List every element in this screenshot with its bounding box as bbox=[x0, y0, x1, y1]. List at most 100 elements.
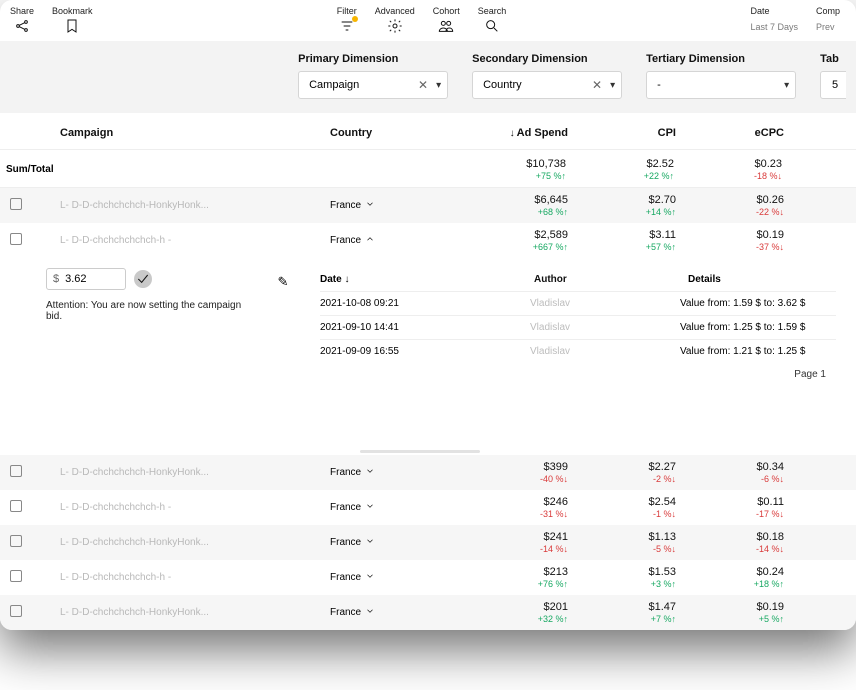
compare-value: Prev bbox=[816, 22, 835, 32]
date-picker[interactable]: Date Last 7 Days bbox=[750, 6, 798, 32]
tertiary-dim-label: Tertiary Dimension bbox=[646, 53, 796, 65]
audit-col-details[interactable]: Details bbox=[688, 274, 836, 285]
chevron-down-icon bbox=[365, 501, 375, 514]
horizontal-scrollbar[interactable] bbox=[360, 450, 480, 454]
adspend-delta: +68 %↑ bbox=[538, 207, 568, 217]
table-row[interactable]: L- D-D-chchchchchch-h - France $2,589+66… bbox=[0, 223, 856, 258]
col-country[interactable]: Country bbox=[330, 127, 460, 139]
compare-label: Comp bbox=[816, 6, 840, 16]
ecpc-value: $0.26 bbox=[756, 194, 784, 206]
audit-details: Value from: 1.25 $ to: 1.59 $ bbox=[680, 322, 836, 333]
ecpc-value: $0.11 bbox=[757, 496, 784, 508]
country-cell[interactable]: France bbox=[330, 571, 460, 584]
row-checkbox[interactable] bbox=[10, 465, 22, 477]
row-checkbox[interactable] bbox=[10, 500, 22, 512]
country-cell[interactable]: France bbox=[330, 501, 460, 514]
country-cell[interactable]: France bbox=[330, 536, 460, 549]
col-cpi[interactable]: CPI bbox=[568, 127, 676, 139]
filter-button[interactable]: Filter bbox=[337, 6, 357, 34]
primary-dim-select[interactable]: Campaign ✕ ▾ bbox=[298, 71, 448, 99]
compare-picker[interactable]: Comp Prev bbox=[816, 6, 846, 32]
tertiary-dim-select[interactable]: - ▾ bbox=[646, 71, 796, 99]
ecpc-delta: -22 %↓ bbox=[756, 207, 784, 217]
table-row[interactable]: L- D-D-chchchchch-HonkyHonk... France $3… bbox=[0, 455, 856, 490]
col-adspend[interactable]: ↓Ad Spend bbox=[460, 127, 568, 139]
cohort-button[interactable]: Cohort bbox=[433, 6, 460, 34]
table-row[interactable]: L- D-D-chchchchchch-h - France $246-31 %… bbox=[0, 490, 856, 525]
adspend-value: $213 bbox=[544, 566, 568, 578]
chevron-down-icon bbox=[365, 606, 375, 619]
audit-date: 2021-09-09 16:55 bbox=[320, 346, 530, 357]
audit-col-date[interactable]: Date ↓ bbox=[320, 274, 530, 285]
advanced-label: Advanced bbox=[375, 6, 415, 16]
clear-primary-icon[interactable]: ✕ bbox=[418, 78, 428, 92]
country-cell[interactable]: France bbox=[330, 199, 460, 212]
table-row[interactable]: L- D-D-chchchchch-HonkyHonk... France $2… bbox=[0, 525, 856, 560]
cpi-value: $3.11 bbox=[649, 229, 676, 241]
bid-value-field[interactable] bbox=[65, 273, 105, 285]
secondary-dim-label: Secondary Dimension bbox=[472, 53, 622, 65]
advanced-button[interactable]: Advanced bbox=[375, 6, 415, 34]
dimension-bar: Primary Dimension Campaign ✕ ▾ Secondary… bbox=[0, 41, 856, 113]
row-checkbox[interactable] bbox=[10, 198, 22, 210]
share-button[interactable]: Share bbox=[10, 6, 34, 34]
ecpc-value: $0.24 bbox=[756, 566, 784, 578]
secondary-dim-select[interactable]: Country ✕ ▾ bbox=[472, 71, 622, 99]
column-header-row: Campaign Country ↓Ad Spend CPI eCPC bbox=[0, 113, 856, 150]
tab-select[interactable]: 5 bbox=[820, 71, 846, 99]
sum-label: Sum/Total bbox=[6, 164, 458, 175]
cpi-delta: -5 %↓ bbox=[653, 544, 676, 554]
row-checkbox[interactable] bbox=[10, 233, 22, 245]
toolbar: Share Bookmark Filter bbox=[0, 0, 856, 41]
adspend-delta: -40 %↓ bbox=[540, 474, 568, 484]
campaign-name: L- D-D-chchchchchch-h - bbox=[60, 235, 330, 246]
audit-col-author[interactable]: Author bbox=[534, 274, 684, 285]
adspend-delta: +667 %↑ bbox=[533, 242, 568, 252]
chevron-down-icon bbox=[365, 536, 375, 549]
tab-label: Tab bbox=[820, 53, 846, 65]
row-checkbox[interactable] bbox=[10, 535, 22, 547]
search-label: Search bbox=[478, 6, 507, 16]
campaign-name: L- D-D-chchchchchch-h - bbox=[60, 572, 330, 583]
row-checkbox[interactable] bbox=[10, 570, 22, 582]
audit-author: Vladislav bbox=[530, 322, 680, 333]
cpi-delta: +57 %↑ bbox=[646, 242, 676, 252]
currency-symbol: $ bbox=[53, 273, 59, 285]
table-row[interactable]: L- D-D-chchchchchch-h - France $213+76 %… bbox=[0, 560, 856, 595]
cpi-value: $2.54 bbox=[648, 496, 676, 508]
cpi-value: $1.53 bbox=[648, 566, 676, 578]
country-cell[interactable]: France bbox=[330, 234, 460, 247]
audit-date: 2021-10-08 09:21 bbox=[320, 298, 530, 309]
confirm-bid-button[interactable] bbox=[134, 270, 152, 288]
ecpc-value: $0.19 bbox=[756, 601, 784, 613]
cohort-label: Cohort bbox=[433, 6, 460, 16]
bookmark-button[interactable]: Bookmark bbox=[52, 6, 93, 34]
gear-icon bbox=[387, 18, 403, 34]
adspend-delta: -14 %↓ bbox=[540, 544, 568, 554]
search-button[interactable]: Search bbox=[478, 6, 507, 34]
edit-icon[interactable]: ✎ bbox=[278, 274, 289, 290]
table-row[interactable]: L- D-D-chchchchch-HonkyHonk... France $2… bbox=[0, 595, 856, 630]
ecpc-value: $0.34 bbox=[756, 461, 784, 473]
bid-input[interactable]: $ bbox=[46, 268, 126, 290]
col-campaign[interactable]: Campaign bbox=[60, 127, 330, 139]
ecpc-delta: +5 %↑ bbox=[759, 614, 784, 624]
clear-secondary-icon[interactable]: ✕ bbox=[592, 78, 602, 92]
cpi-delta: +14 %↑ bbox=[646, 207, 676, 217]
country-cell[interactable]: France bbox=[330, 466, 460, 479]
people-icon bbox=[438, 18, 454, 34]
audit-pager[interactable]: Page 1 bbox=[320, 363, 836, 380]
row-checkbox[interactable] bbox=[10, 605, 22, 617]
col-ecpc[interactable]: eCPC bbox=[676, 127, 784, 139]
adspend-value: $246 bbox=[544, 496, 568, 508]
adspend-delta: -31 %↓ bbox=[540, 509, 568, 519]
campaign-name: L- D-D-chchchchchch-h - bbox=[60, 502, 330, 513]
filter-badge-icon bbox=[352, 16, 358, 22]
sum-row: Sum/Total $10,738+75 %↑ $2.52+22 %↑ $0.2… bbox=[0, 150, 856, 188]
date-value: Last 7 Days bbox=[750, 22, 798, 32]
country-cell[interactable]: France bbox=[330, 606, 460, 619]
cpi-delta: +7 %↑ bbox=[651, 614, 676, 624]
adspend-delta: +76 %↑ bbox=[538, 579, 568, 589]
bid-warning-text: Attention: You are now setting the campa… bbox=[46, 300, 246, 322]
table-row[interactable]: L- D-D-chchchchch-HonkyHonk... France $6… bbox=[0, 188, 856, 223]
